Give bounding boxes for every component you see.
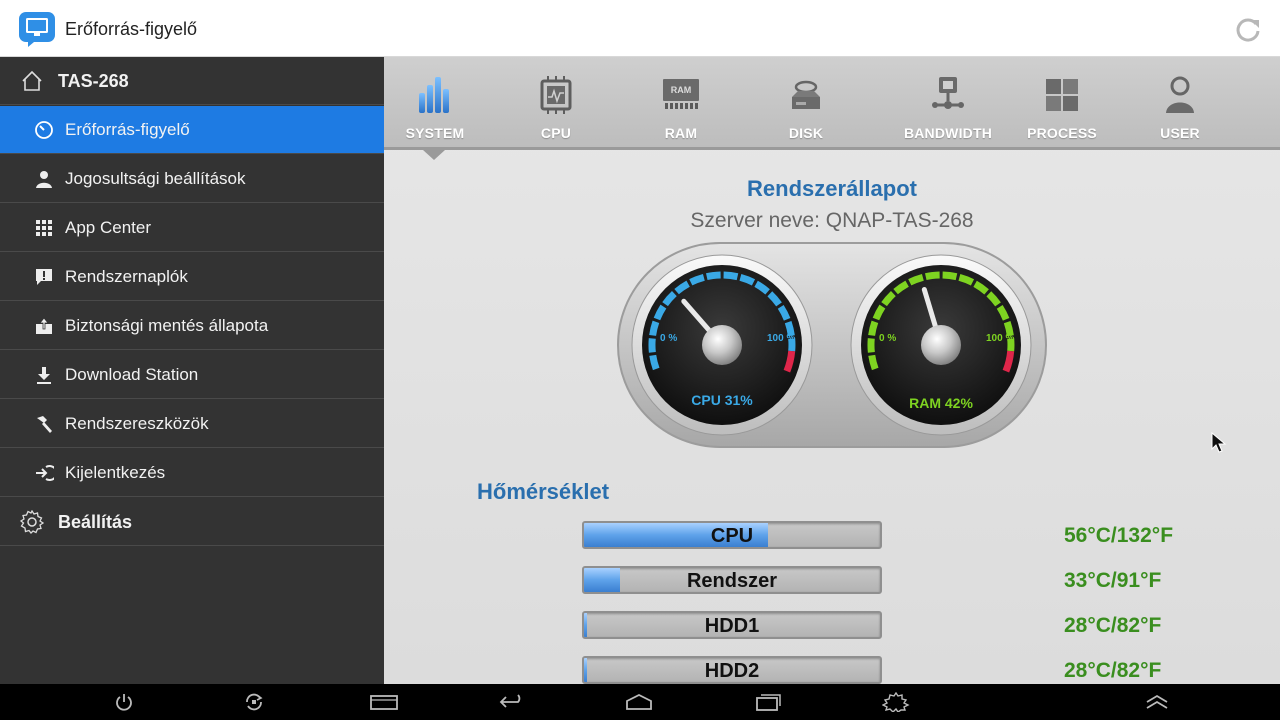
sidebar-item-label: Kijelentkezés: [65, 463, 166, 482]
temp-bar-hdd1: HDD1: [582, 611, 882, 639]
temp-bar-cpu: CPU: [582, 521, 882, 549]
main-content: SYSTEM CPU RAM RAM DISK BANDWIDTH PROCES…: [384, 57, 1280, 684]
home-icon[interactable]: [625, 692, 653, 712]
tab-bandwidth[interactable]: BANDWIDTH: [893, 75, 1003, 145]
gear-icon[interactable]: [882, 692, 910, 712]
ram-gauge-max-label: 100 %: [986, 333, 1014, 344]
hammer-icon: [37, 416, 52, 433]
sidebar-device-header[interactable]: TAS-268: [0, 57, 384, 105]
app-title: Erőforrás-figyelő: [65, 19, 198, 39]
temp-bar-system: Rendszer: [582, 566, 882, 594]
ram-gauge-label: RAM 42%: [909, 395, 973, 411]
sidebar-item-download-station[interactable]: Download Station: [0, 351, 384, 399]
recent-apps-icon[interactable]: [754, 692, 782, 712]
system-status-title: Rendszerállapot: [747, 176, 917, 201]
temp-value-cpu: 56°C/132°F: [1064, 524, 1174, 547]
power-icon[interactable]: [112, 692, 136, 712]
tab-disk[interactable]: DISK: [751, 75, 861, 145]
cpu-chip-icon: [540, 76, 572, 114]
process-icon: [1046, 79, 1078, 111]
refresh-icon[interactable]: [1234, 16, 1262, 44]
temperature-title: Hőmérséklet: [477, 479, 610, 504]
home-icon: [22, 70, 42, 91]
resource-monitor-logo-icon: [19, 12, 55, 47]
ram-gauge: 0 % 100 % RAM 42%: [850, 254, 1032, 436]
disk-icon: [792, 80, 820, 109]
gauge-panel: 0 % 100 % CPU 31% 0 % 100 % RAM 42%: [617, 242, 1047, 448]
mouse-cursor-icon: [1211, 432, 1227, 453]
sidebar-item-app-center[interactable]: App Center: [0, 204, 384, 252]
temp-bar-label: Rendszer: [686, 570, 778, 592]
gear-icon: [20, 510, 44, 534]
sidebar-item-logout[interactable]: Kijelentkezés: [0, 449, 384, 497]
ram-gauge-min-label: 0 %: [879, 333, 896, 344]
speedometer-icon: [35, 121, 53, 139]
sidebar: TAS-268 Erőforrás-figyelő Jogosultsági b…: [0, 57, 384, 684]
tab-label: USER: [1160, 125, 1200, 141]
active-tab-indicator: [423, 150, 445, 160]
temp-bar-hdd2: HDD2: [582, 656, 882, 684]
tab-label: CPU: [540, 125, 572, 141]
tab-ram[interactable]: RAM RAM: [626, 75, 736, 145]
download-icon: [37, 367, 51, 384]
sidebar-item-permissions[interactable]: Jogosultsági beállítások: [0, 155, 384, 203]
temp-value-system: 33°C/91°F: [1064, 569, 1162, 592]
expand-up-icon[interactable]: [1144, 692, 1170, 712]
tab-label: PROCESS: [1027, 125, 1097, 141]
cpu-gauge: 0 % 100 % CPU 31%: [631, 254, 813, 436]
sidebar-item-system-tools[interactable]: Rendszereszközök: [0, 400, 384, 448]
sidebar-item-label: Erőforrás-figyelő: [65, 120, 190, 139]
sidebar-item-label: Biztonsági mentés állapota: [65, 316, 269, 335]
sidebar-item-settings[interactable]: Beállítás: [0, 498, 384, 546]
sidebar-item-backup-status[interactable]: Biztonsági mentés állapota: [0, 302, 384, 350]
tab-label: DISK: [788, 125, 824, 141]
sidebar-item-label: Jogosultsági beállítások: [65, 169, 246, 188]
tab-user[interactable]: USER: [1125, 75, 1235, 145]
network-icon: [932, 77, 964, 109]
sidebar-item-system-logs[interactable]: Rendszernaplók: [0, 253, 384, 301]
temp-bar-label: HDD1: [704, 615, 760, 637]
tab-process[interactable]: PROCESS: [1007, 75, 1117, 145]
svg-text:RAM: RAM: [671, 85, 692, 95]
device-name: TAS-268: [58, 71, 129, 91]
system-navigation-bar: [0, 684, 1280, 720]
tab-system[interactable]: SYSTEM: [384, 75, 490, 145]
temp-value-hdd1: 28°C/82°F: [1064, 614, 1162, 637]
temp-value-hdd2: 28°C/82°F: [1064, 659, 1162, 682]
user-icon: [1166, 76, 1194, 113]
monitor-tab-bar: SYSTEM CPU RAM RAM DISK BANDWIDTH PROCES…: [384, 57, 1280, 150]
user-icon: [36, 171, 52, 188]
back-icon[interactable]: [498, 692, 526, 712]
cpu-gauge-max-label: 100 %: [767, 333, 795, 344]
window-icon[interactable]: [370, 692, 398, 712]
app-bar: Erőforrás-figyelő: [0, 0, 1280, 57]
tab-cpu[interactable]: CPU: [501, 75, 611, 145]
sidebar-item-resource-monitor[interactable]: Erőforrás-figyelő: [0, 106, 384, 154]
sidebar-item-label: Rendszernaplók: [65, 267, 188, 286]
temp-bar-label: CPU: [710, 525, 754, 547]
settings-sync-icon[interactable]: [242, 692, 266, 712]
sidebar-item-label: Download Station: [65, 365, 199, 384]
tab-label: RAM: [664, 125, 698, 141]
sidebar-item-label: Beállítás: [58, 512, 133, 532]
cpu-gauge-label: CPU 31%: [691, 392, 753, 408]
temp-bar-label: HDD2: [704, 660, 760, 682]
grid-icon: [36, 220, 52, 236]
sidebar-item-label: App Center: [65, 218, 151, 237]
tab-label: BANDWIDTH: [903, 125, 993, 141]
tab-label: SYSTEM: [405, 125, 465, 141]
server-name: Szerver neve: QNAP-TAS-268: [690, 209, 974, 232]
backup-icon: [36, 317, 52, 334]
ram-icon: RAM: [663, 79, 699, 109]
sidebar-item-label: Rendszereszközök: [65, 414, 209, 433]
logout-icon: [36, 465, 54, 481]
alert-message-icon: [36, 269, 52, 285]
cpu-gauge-min-label: 0 %: [660, 333, 677, 344]
bar-chart-icon: [419, 77, 449, 113]
